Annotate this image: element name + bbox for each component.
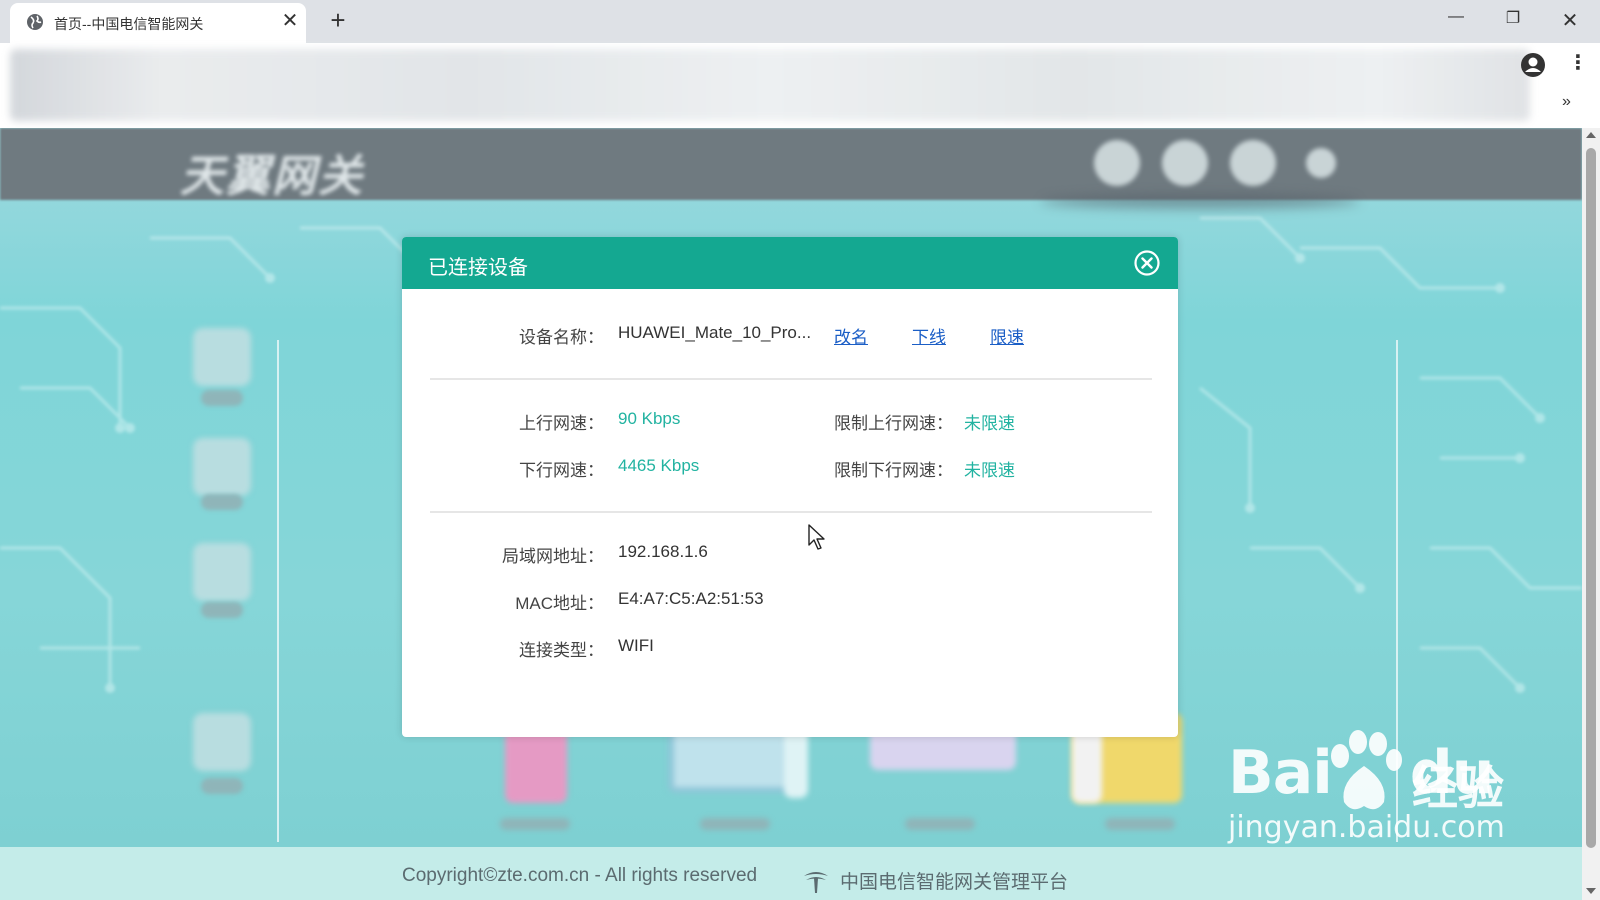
- offline-link[interactable]: 下线: [912, 323, 946, 348]
- rename-link[interactable]: 改名: [834, 323, 868, 348]
- device-label: [500, 818, 570, 830]
- menu-kebab-icon[interactable]: ⋮: [1568, 51, 1588, 75]
- check-icon[interactable]: [1162, 140, 1208, 186]
- browser-tab-bar: 首页--中国电信智能网关 ✕ + — ❐ ✕: [0, 0, 1600, 43]
- limit-speed-link[interactable]: 限速: [990, 323, 1024, 348]
- device-name-value: HUAWEI_Mate_10_Pro...: [618, 323, 812, 342]
- limit-up-value: 未限速: [964, 414, 1015, 433]
- blurred-address-bar: [10, 49, 1530, 121]
- mac-address-value: E4:A7:C5:A2:51:53: [618, 589, 764, 608]
- upload-speed-label: 上行网速：: [519, 414, 604, 433]
- device-label: [700, 818, 770, 830]
- jingyan-watermark-text: 经验: [1412, 762, 1504, 814]
- dialog-header: 已连接设备: [402, 237, 1178, 289]
- dialog-title: 已连接设备: [428, 257, 528, 279]
- site-logo: 天翼网关: [180, 152, 364, 201]
- limit-down-value: 未限速: [964, 461, 1015, 480]
- divider-left: [277, 340, 279, 842]
- tab-title: 首页--中国电信智能网关: [54, 16, 204, 32]
- browser-tab[interactable]: 首页--中国电信智能网关 ✕: [10, 3, 306, 43]
- connected-device-dialog: 已连接设备 设备名称： HUAWEI_Mate_10_Pro... 改名 下线 …: [402, 237, 1178, 737]
- copyright-text: Copyright©zte.com.cn - All rights reserv…: [402, 865, 758, 886]
- window-minimize-button[interactable]: —: [1444, 8, 1468, 28]
- window-restore-button[interactable]: ❐: [1501, 8, 1525, 28]
- tab-close-icon[interactable]: ✕: [280, 11, 300, 31]
- mouse-cursor-icon: [808, 524, 825, 550]
- header-shadow: [1040, 194, 1360, 208]
- download-speed-label: 下行网速：: [519, 461, 604, 480]
- connection-type-label: 连接类型：: [519, 641, 604, 660]
- cloud-nav-label: [201, 494, 243, 510]
- store-nav-label: [201, 602, 243, 618]
- device-label: [1105, 818, 1175, 830]
- page-scrollbar[interactable]: [1582, 128, 1600, 900]
- lan-address-value: 192.168.1.6: [618, 542, 708, 561]
- mac-address-label: MAC地址：: [515, 594, 604, 613]
- limit-down-label: 限制下行网速：: [834, 461, 953, 480]
- connection-type-value: WIFI: [618, 636, 654, 655]
- device-label: [905, 818, 975, 830]
- power-icon[interactable]: [1306, 148, 1336, 178]
- china-telecom-logo-icon: [804, 872, 828, 893]
- browser-toolbar: ⋮ »: [0, 43, 1600, 128]
- settings-nav-icon[interactable]: [193, 713, 251, 771]
- globe-icon: [27, 14, 43, 30]
- limit-up-label: 限制上行网速：: [834, 414, 953, 433]
- help-icon[interactable]: [1094, 140, 1140, 186]
- window-close-button[interactable]: ✕: [1558, 8, 1582, 32]
- settings-nav-label: [201, 778, 243, 794]
- watermark-url: jingyan.baidu.com: [1228, 810, 1505, 845]
- store-nav-icon[interactable]: [193, 543, 251, 601]
- upload-speed-value: 90 Kbps: [618, 409, 681, 428]
- scroll-down-arrow-icon[interactable]: [1586, 888, 1596, 894]
- section-divider: [430, 511, 1152, 513]
- wrench-icon[interactable]: [1230, 140, 1276, 186]
- platform-name: 中国电信智能网关管理平台: [840, 872, 1069, 893]
- profile-icon[interactable]: [1520, 52, 1546, 78]
- baidu-watermark-bai: Bai: [1228, 738, 1333, 808]
- home-nav-label: [201, 390, 243, 406]
- device-name-label: 设备名称：: [519, 328, 604, 347]
- home-nav-icon[interactable]: [193, 328, 251, 386]
- cloud-nav-icon[interactable]: [193, 438, 251, 496]
- close-icon[interactable]: [1133, 249, 1161, 277]
- scroll-thumb[interactable]: [1586, 148, 1596, 848]
- bookmarks-more-icon[interactable]: »: [1562, 93, 1571, 111]
- page-footer: [0, 847, 1582, 900]
- scroll-up-arrow-icon[interactable]: [1586, 132, 1596, 138]
- new-tab-button[interactable]: +: [326, 7, 350, 34]
- section-divider: [430, 378, 1152, 380]
- lan-address-label: 局域网地址：: [502, 547, 604, 566]
- download-speed-value: 4465 Kbps: [618, 456, 700, 475]
